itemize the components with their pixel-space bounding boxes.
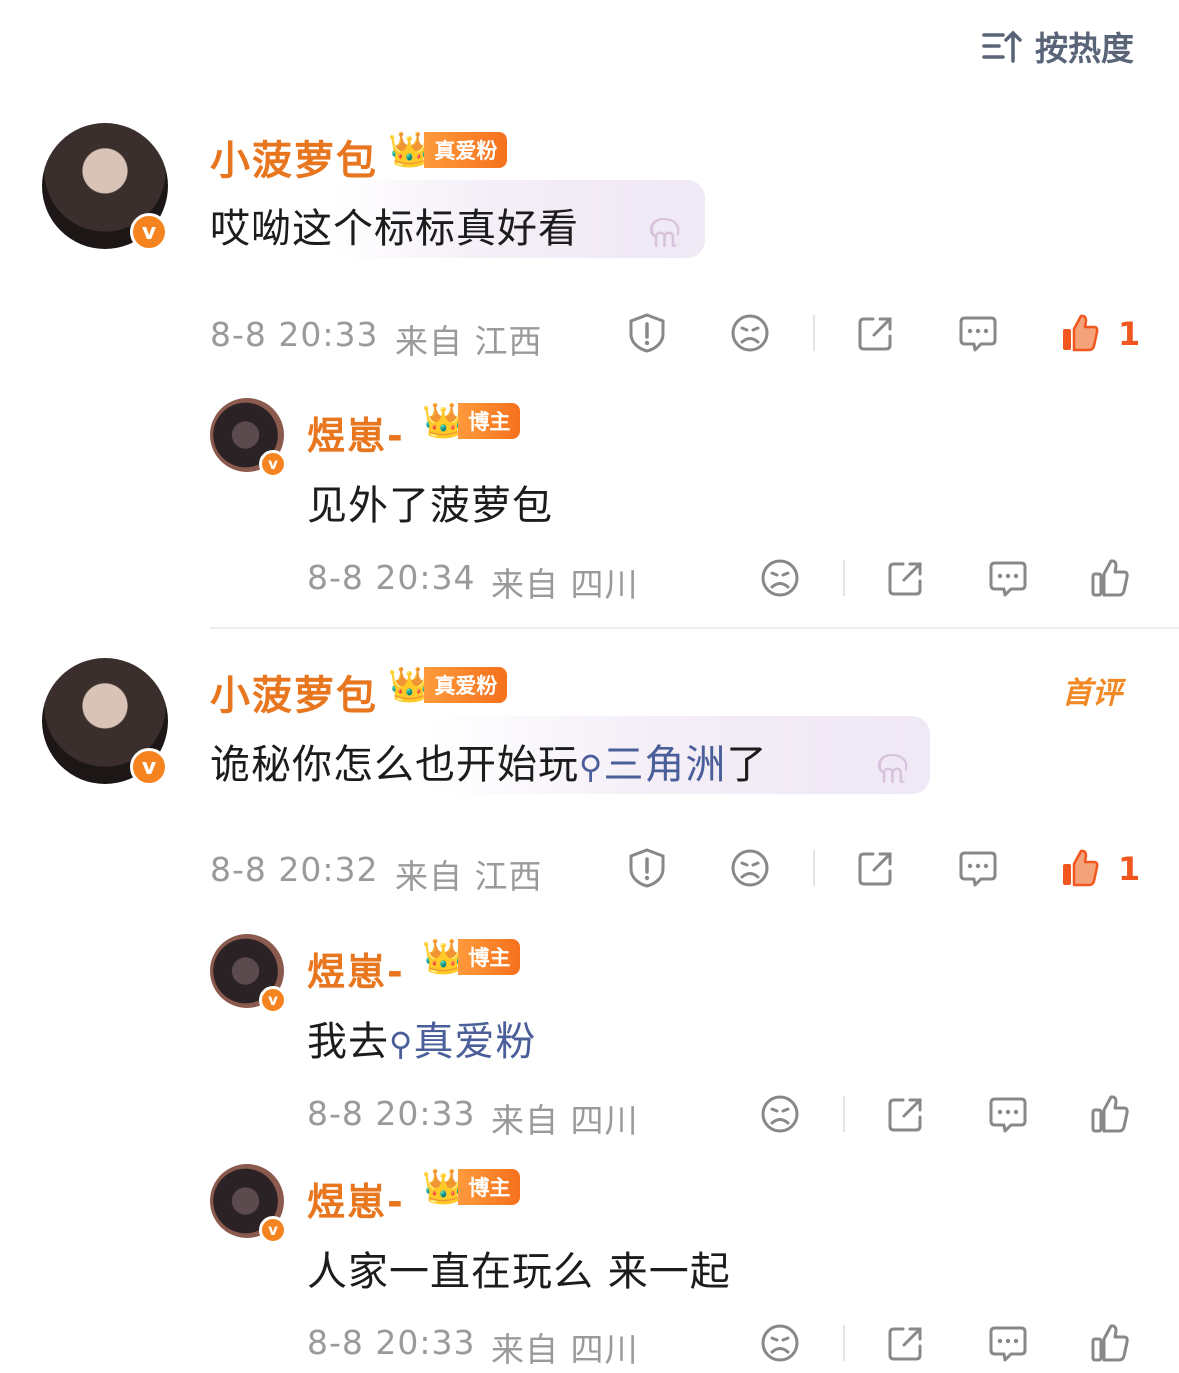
username[interactable]: 煜崽- bbox=[307, 405, 405, 460]
like-button[interactable] bbox=[1087, 1091, 1133, 1137]
verified-icon: v bbox=[259, 450, 287, 478]
like-icon bbox=[1091, 1095, 1129, 1133]
like-icon bbox=[1063, 314, 1099, 352]
share-icon bbox=[888, 562, 922, 596]
like-icon bbox=[1091, 559, 1129, 597]
comment-location: 来自 江西 bbox=[395, 857, 543, 896]
comment-icon bbox=[959, 316, 997, 352]
dislike-button[interactable] bbox=[757, 555, 803, 601]
first-comment-badge: 首评 bbox=[1062, 676, 1122, 711]
dislike-button[interactable] bbox=[757, 1091, 803, 1137]
reply-location: 来自 四川 bbox=[491, 1101, 639, 1140]
report-button[interactable] bbox=[624, 310, 670, 356]
search-icon: ⚲ bbox=[579, 748, 604, 786]
like-button[interactable] bbox=[1087, 555, 1133, 601]
fan-tag[interactable]: 👑 真爱粉 bbox=[388, 132, 508, 168]
action-separator bbox=[843, 560, 845, 596]
dislike-icon bbox=[731, 314, 769, 352]
share-icon bbox=[858, 317, 892, 351]
dislike-icon bbox=[731, 849, 769, 887]
username[interactable]: 煜崽- bbox=[307, 941, 405, 996]
dislike-icon bbox=[761, 1095, 799, 1133]
reply-button[interactable] bbox=[955, 310, 1001, 356]
reply-location: 来自 四川 bbox=[491, 1330, 639, 1369]
sort-icon bbox=[982, 30, 1022, 63]
verified-icon: v bbox=[259, 1216, 287, 1244]
comment-time: 8-8 20:32 bbox=[210, 850, 379, 889]
topic-link[interactable]: ⚲三角洲 bbox=[579, 742, 726, 788]
share-button[interactable] bbox=[853, 845, 899, 891]
reply-location: 来自 四川 bbox=[491, 565, 639, 604]
action-separator bbox=[843, 1096, 845, 1132]
search-icon: ⚲ bbox=[389, 1025, 414, 1063]
sort-toggle[interactable]: 按热度 bbox=[981, 22, 1134, 70]
comment-location: 来自 江西 bbox=[395, 322, 543, 361]
action-separator bbox=[813, 315, 815, 351]
dislike-icon bbox=[761, 559, 799, 597]
reply-time: 8-8 20:34 bbox=[307, 558, 476, 597]
dislike-button[interactable] bbox=[727, 310, 773, 356]
blogger-tag[interactable]: 👑 博主 bbox=[422, 403, 521, 439]
reply-text: 见外了菠萝包 bbox=[307, 483, 553, 529]
reply-text: 人家一直在玩么 来一起 bbox=[307, 1249, 731, 1295]
share-icon bbox=[888, 1327, 922, 1361]
like-button[interactable] bbox=[1057, 845, 1103, 891]
share-icon bbox=[858, 852, 892, 886]
username[interactable]: 小菠萝包 bbox=[210, 663, 378, 721]
verified-icon: v bbox=[259, 986, 287, 1014]
dislike-button[interactable] bbox=[727, 845, 773, 891]
comment-icon bbox=[959, 851, 997, 887]
report-icon bbox=[629, 313, 665, 353]
comment-time: 8-8 20:33 bbox=[210, 315, 379, 354]
comment-icon bbox=[989, 1097, 1027, 1133]
like-count: 1 bbox=[1118, 850, 1141, 888]
like-button[interactable] bbox=[1057, 310, 1103, 356]
blogger-tag[interactable]: 👑 博主 bbox=[422, 939, 521, 975]
comment-divider bbox=[210, 627, 1179, 629]
verified-icon: v bbox=[130, 213, 168, 251]
report-button[interactable] bbox=[624, 845, 670, 891]
comment-icon bbox=[989, 1326, 1027, 1362]
comment-text: 诡秘你怎么也开始玩⚲三角洲了 bbox=[210, 742, 768, 788]
share-button[interactable] bbox=[883, 1091, 929, 1137]
share-icon bbox=[888, 1098, 922, 1132]
reply-text: 我去⚲真爱粉 bbox=[307, 1019, 537, 1065]
comment-icon bbox=[989, 561, 1027, 597]
username[interactable]: 煜崽- bbox=[307, 1171, 405, 1226]
reply-button[interactable] bbox=[985, 1320, 1031, 1366]
reply-button[interactable] bbox=[955, 845, 1001, 891]
report-icon bbox=[629, 848, 665, 888]
topic-link[interactable]: ⚲真爱粉 bbox=[389, 1019, 536, 1065]
share-button[interactable] bbox=[883, 1320, 929, 1366]
comment-text: 哎呦这个标标真好看 bbox=[210, 206, 579, 252]
reply-time: 8-8 20:33 bbox=[307, 1094, 476, 1133]
bunny-decoration-icon: ଳ bbox=[876, 740, 910, 794]
reply-time: 8-8 20:33 bbox=[307, 1323, 476, 1362]
blogger-tag[interactable]: 👑 博主 bbox=[422, 1169, 521, 1205]
like-count: 1 bbox=[1118, 315, 1141, 353]
verified-icon: v bbox=[130, 748, 168, 786]
like-icon bbox=[1091, 1324, 1129, 1362]
bunny-decoration-icon: ଳ bbox=[648, 204, 682, 258]
username[interactable]: 小菠萝包 bbox=[210, 128, 378, 186]
dislike-button[interactable] bbox=[757, 1320, 803, 1366]
share-button[interactable] bbox=[883, 555, 929, 601]
reply-button[interactable] bbox=[985, 1091, 1031, 1137]
reply-button[interactable] bbox=[985, 555, 1031, 601]
dislike-icon bbox=[761, 1324, 799, 1362]
action-separator bbox=[843, 1325, 845, 1361]
like-icon bbox=[1063, 849, 1099, 887]
fan-tag[interactable]: 👑 真爱粉 bbox=[388, 667, 508, 703]
action-separator bbox=[813, 850, 815, 886]
like-button[interactable] bbox=[1087, 1320, 1133, 1366]
share-button[interactable] bbox=[853, 310, 899, 356]
sort-label: 按热度 bbox=[1035, 29, 1134, 68]
